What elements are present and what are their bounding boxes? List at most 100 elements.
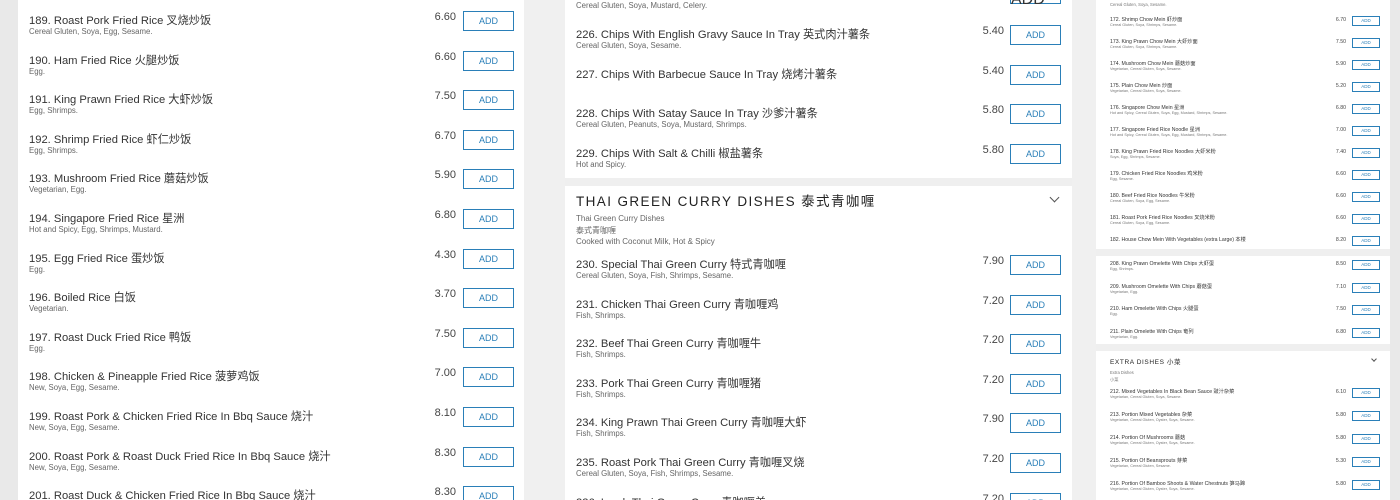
menu-item: 177. Singapore Fried Rice Noodle 星洲 Hot a… [1096, 123, 1390, 145]
add-button[interactable]: ADD [463, 50, 514, 71]
item-name: 234. King Prawn Thai Green Curry 青咖喱大虾 [576, 417, 807, 430]
menu-item: 235. Roast Pork Thai Green Curry 青咖喱叉烧 Ce… [565, 442, 1072, 482]
add-button[interactable]: ADD [1352, 327, 1380, 338]
add-button[interactable]: ADD [1010, 294, 1061, 315]
add-button[interactable]: ADD [1352, 82, 1380, 92]
add-button[interactable]: ADD [1010, 0, 1061, 8]
item-price: 6.70 [1335, 17, 1346, 23]
item-price: 6.60 [434, 50, 456, 63]
add-button[interactable]: ADD [1352, 305, 1380, 315]
add-button[interactable]: ADD [463, 288, 514, 309]
add-button[interactable]: ADD [1010, 25, 1061, 45]
item-allergens: Vegetarian, Cereal Gluten, Oyster, Soya,… [1110, 487, 1195, 491]
add-button[interactable]: ADD [463, 129, 514, 150]
add-button[interactable]: ADD [1010, 64, 1061, 85]
item-price: 7.40 [1335, 149, 1346, 155]
item-price: 8.20 [1335, 237, 1346, 243]
add-button[interactable]: ADD [463, 327, 514, 348]
add-button[interactable]: ADD [1010, 104, 1061, 125]
add-button[interactable]: ADD [1010, 334, 1061, 355]
item-allergens: Vegetarian, Cereal Gluten, Soya, Sesame. [1110, 67, 1182, 71]
add-button[interactable]: ADD [1352, 170, 1380, 180]
item-name: 181. Roast Pork Fried Rice Noodles 叉烧米粉 [1110, 215, 1215, 221]
section-divider [1096, 249, 1390, 256]
item-price: 7.00 [434, 367, 456, 380]
item-name: 211. Plain Omelette With Chips 奄列 [1110, 328, 1194, 335]
item-allergens: Vegetarian, Egg. [29, 185, 87, 195]
item-allergens: Fish, Shrimps. [576, 350, 626, 360]
item-name: 179. Chicken Fried Rice Noodles 鸡米粉 [1110, 171, 1203, 177]
item-allergens: Egg. [29, 264, 46, 274]
add-button[interactable]: ADD [463, 90, 514, 111]
add-button[interactable]: ADD [1352, 126, 1380, 136]
add-button[interactable]: ADD [1010, 255, 1061, 275]
add-button[interactable]: ADD [1352, 38, 1380, 48]
add-button[interactable]: ADD [463, 11, 514, 31]
add-button[interactable]: ADD [1352, 480, 1380, 490]
item-price: 5.90 [1335, 61, 1346, 67]
add-button[interactable]: ADD [1352, 411, 1380, 421]
menu-item: 236. Lamb Thai Green Curry 青咖喱羊 7.20 ADD [565, 482, 1072, 500]
add-button[interactable]: ADD [1352, 282, 1380, 293]
add-button[interactable]: ADD [1352, 236, 1380, 246]
add-button[interactable]: ADD [1010, 413, 1061, 434]
add-button[interactable]: ADD [1352, 60, 1380, 70]
add-button[interactable]: ADD [1352, 192, 1380, 202]
add-button[interactable]: ADD [1010, 492, 1061, 500]
menu-item: 191. King Prawn Fried Rice 大虾炒饭 Egg, Shri… [18, 79, 524, 119]
item-price: 6.60 [1335, 215, 1346, 221]
chevron-down-icon[interactable] [1371, 356, 1377, 362]
section-header-extra-dishes[interactable]: EXTRA DISHES 小菜 Extra Dishes 小菜 [1096, 351, 1390, 386]
item-allergens: New, Soya, Egg, Sesame. [29, 383, 120, 393]
menu-item: 200. Roast Pork & Roast Duck Fried Rice … [18, 436, 524, 476]
menu-item: 178. King Prawn Fried Rice Noodles 大虾米粉 S… [1096, 145, 1390, 167]
item-price: 6.80 [434, 209, 456, 221]
add-button[interactable]: ADD [1010, 373, 1061, 394]
menu-item: 214. Portion Of Mushrooms 蘑菇 Vegetarian, … [1096, 431, 1390, 453]
item-name: 173. King Prawn Chow Mein 大虾炒面 [1110, 39, 1198, 45]
menu-item: 230. Special Thai Green Curry 特式青咖喱 Cerea… [565, 244, 1072, 284]
add-button[interactable]: ADD [1352, 16, 1380, 26]
item-allergens: Vegetarian, Cereal Gluten, Soya, Sesame. [1110, 89, 1182, 93]
add-button[interactable]: ADD [1352, 457, 1380, 467]
menu-item: 179. Chicken Fried Rice Noodles 鸡米粉 Egg, … [1096, 167, 1390, 189]
add-button[interactable]: ADD [1352, 260, 1380, 270]
menu-item: 176. Singapore Chow Mein 星洲 Hot and Spicy… [1096, 101, 1390, 123]
add-button[interactable]: ADD [463, 446, 514, 467]
menu-item: 226. Chips With English Gravy Sauce In T… [565, 14, 1072, 54]
add-button[interactable]: ADD [463, 486, 514, 500]
menu-item: 233. Pork Thai Green Curry 青咖喱猪 Fish, Shr… [565, 363, 1072, 403]
menu-item: 196. Boiled Rice 白饭 Vegetarian. 3.70 ADD [18, 277, 524, 317]
add-button[interactable]: ADD [1352, 434, 1380, 444]
chevron-down-icon[interactable] [1049, 192, 1060, 203]
item-allergens: Cereal Gluten, Soya, Shrimps, Sesame. [1110, 45, 1178, 49]
item-allergens: Cereal Gluten, Soya, Mustard, Celery. [576, 1, 708, 10]
add-button[interactable]: ADD [1352, 388, 1380, 398]
menu-item: 209. Mushroom Omelette With Chips 蘑菇蛋 Veg… [1096, 280, 1390, 302]
add-button[interactable]: ADD [1352, 148, 1380, 158]
item-allergens: New, Soya, Egg, Sesame. [29, 423, 120, 432]
menu-item: 195. Egg Fried Rice 蛋炒饭 Egg. 4.30 ADD [18, 238, 524, 278]
item-allergens: Vegetarian, Egg. [1110, 289, 1139, 294]
add-button[interactable]: ADD [463, 169, 514, 190]
item-price: 5.90 [434, 169, 456, 182]
add-button[interactable]: ADD [463, 407, 514, 427]
add-button[interactable]: ADD [1010, 143, 1061, 164]
item-name: 213. Portion Mixed Vegetables 杂菜 [1110, 412, 1193, 418]
add-button[interactable]: ADD [463, 367, 514, 388]
item-name: 215. Portion Of Beansprouts 芽菜 [1110, 458, 1188, 464]
menu-item: 193. Mushroom Fried Rice 蘑菇炒饭 Vegetarian,… [18, 158, 524, 198]
item-allergens: Cereal Gluten, Soya, Egg, Sesame. [1110, 221, 1171, 225]
item-allergens: Egg, Sesame. [1110, 177, 1134, 181]
item-name: 195. Egg Fried Rice 蛋炒饭 [29, 252, 165, 265]
section-header-thai-green-curry[interactable]: THAI GREEN CURRY DISHES 泰式青咖喱 Thai Green… [565, 186, 1072, 246]
add-button[interactable]: ADD [1352, 104, 1380, 114]
add-button[interactable]: ADD [463, 248, 514, 269]
add-button[interactable]: ADD [1352, 214, 1380, 224]
add-button[interactable]: ADD [1010, 453, 1061, 473]
item-price: 7.20 [982, 492, 1004, 500]
item-allergens: Cereal Gluten, Peanuts, Soya, Mustard, S… [576, 120, 747, 130]
item-price: 7.20 [982, 334, 1004, 347]
add-button[interactable]: ADD [463, 209, 514, 229]
section-subtitle: Thai Green Curry Dishes [576, 214, 665, 223]
